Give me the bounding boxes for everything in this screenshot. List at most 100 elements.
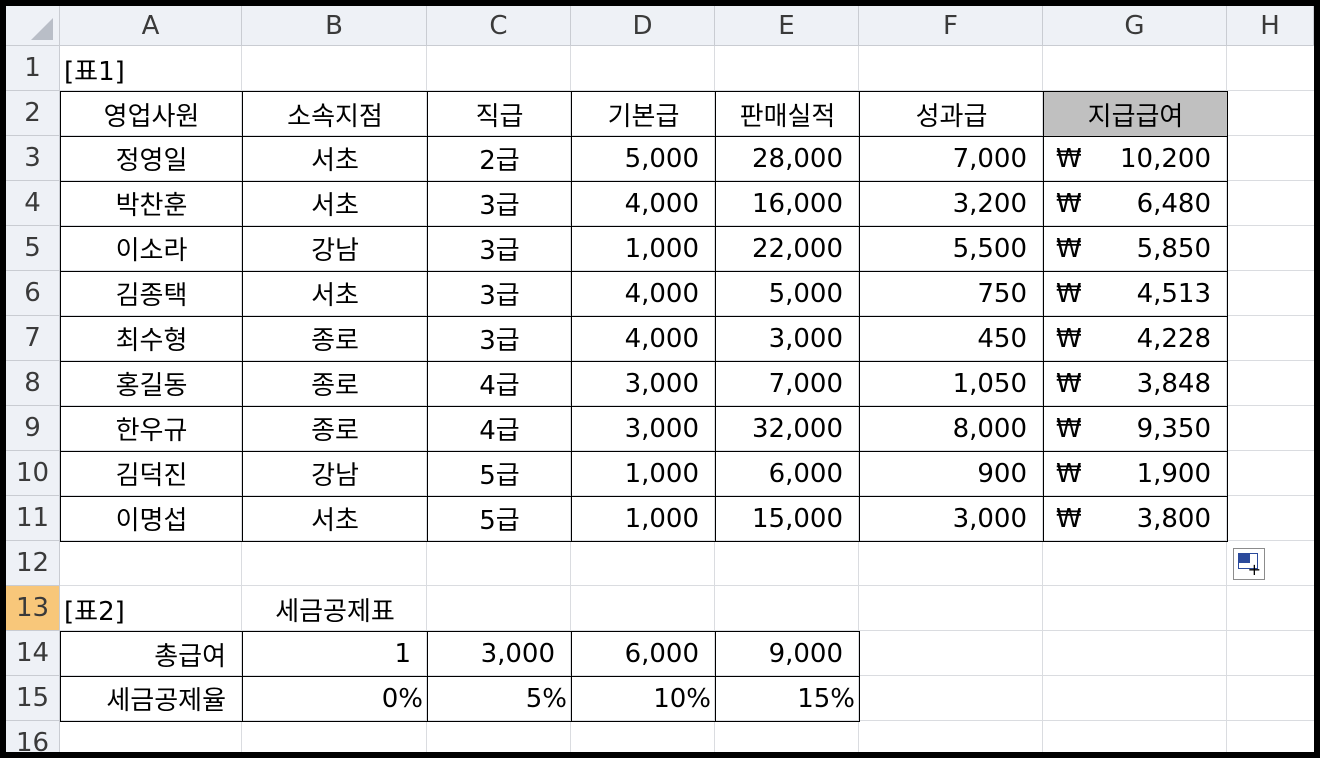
table1-cell[interactable]: 2급 (427, 136, 572, 182)
table1-pay-cell[interactable]: 3,848 ₩ (1043, 361, 1228, 407)
table1-cell[interactable]: 최수형 (60, 316, 243, 362)
table1-cell[interactable]: 4급 (427, 406, 572, 452)
table1-cell[interactable]: 7,000 (859, 136, 1044, 182)
table1-cell[interactable]: 3급 (427, 226, 572, 272)
row-header-5[interactable]: 5 (6, 226, 60, 271)
table1-cell[interactable]: 강남 (242, 451, 428, 497)
table1-cell[interactable]: 5급 (427, 451, 572, 497)
table1-cell[interactable]: 3,000 (571, 361, 716, 407)
table1-cell[interactable]: 4급 (427, 361, 572, 407)
table2-label-total-pay[interactable]: 총급여 (60, 631, 243, 677)
select-all-corner[interactable] (6, 6, 60, 46)
column-header-c[interactable]: C (427, 6, 571, 46)
table1-cell[interactable]: 5,000 (571, 136, 716, 182)
table1-cell[interactable]: 1,000 (571, 226, 716, 272)
cell-b13-title[interactable]: 세금공제표 (242, 586, 428, 632)
table1-cell[interactable]: 6,000 (715, 451, 860, 497)
cell-a13[interactable]: [표2] (60, 586, 243, 632)
table1-header-7[interactable]: 지급급여 (1043, 91, 1228, 137)
row-header-15[interactable]: 15 (6, 676, 60, 721)
row-header-10[interactable]: 10 (6, 451, 60, 496)
table2-rate-value[interactable]: 0% (242, 676, 428, 722)
table1-pay-cell[interactable]: 9,350 ₩ (1043, 406, 1228, 452)
table1-cell[interactable]: 4,000 (571, 181, 716, 227)
table1-cell[interactable]: 3급 (427, 271, 572, 317)
table1-header-1[interactable]: 영업사원 (60, 91, 243, 137)
column-header-b[interactable]: B (242, 6, 427, 46)
table1-cell[interactable]: 3급 (427, 316, 572, 362)
table1-cell[interactable]: 3,000 (715, 316, 860, 362)
table1-header-4[interactable]: 기본급 (571, 91, 716, 137)
table1-pay-cell[interactable]: 6,480 ₩ (1043, 181, 1228, 227)
table1-cell[interactable]: 이소라 (60, 226, 243, 272)
row-header-11[interactable]: 11 (6, 496, 60, 541)
table1-cell[interactable]: 정영일 (60, 136, 243, 182)
table1-pay-cell[interactable]: 3,800 ₩ (1043, 496, 1228, 542)
table1-cell[interactable]: 900 (859, 451, 1044, 497)
table2-pay-value[interactable]: 3,000 (427, 631, 572, 677)
column-header-a[interactable]: A (60, 6, 242, 46)
table1-pay-cell[interactable]: 10,200 ₩ (1043, 136, 1228, 182)
table1-cell[interactable]: 4,000 (571, 316, 716, 362)
table1-pay-cell[interactable]: 1,900 ₩ (1043, 451, 1228, 497)
table1-cell[interactable]: 4,000 (571, 271, 716, 317)
table1-cell[interactable]: 5,000 (715, 271, 860, 317)
row-header-13[interactable]: 13 (6, 586, 60, 631)
table1-cell[interactable]: 450 (859, 316, 1044, 362)
table1-header-2[interactable]: 소속지점 (242, 91, 428, 137)
table2-pay-value[interactable]: 1 (242, 631, 428, 677)
table1-cell[interactable]: 3급 (427, 181, 572, 227)
table1-cell[interactable]: 종로 (242, 361, 428, 407)
table1-pay-cell[interactable]: 4,228 ₩ (1043, 316, 1228, 362)
table1-header-6[interactable]: 성과급 (859, 91, 1044, 137)
table1-cell[interactable]: 5,500 (859, 226, 1044, 272)
table2-rate-value[interactable]: 10% (571, 676, 716, 722)
table1-cell[interactable]: 32,000 (715, 406, 860, 452)
table1-cell[interactable]: 강남 (242, 226, 428, 272)
table1-cell[interactable]: 1,000 (571, 451, 716, 497)
table1-cell[interactable]: 3,000 (859, 496, 1044, 542)
table2-label-tax-rate[interactable]: 세금공제율 (60, 676, 243, 722)
column-header-e[interactable]: E (715, 6, 859, 46)
row-header-9[interactable]: 9 (6, 406, 60, 451)
table1-cell[interactable]: 5급 (427, 496, 572, 542)
table1-cell[interactable]: 서초 (242, 181, 428, 227)
table1-header-3[interactable]: 직급 (427, 91, 572, 137)
table2-rate-value[interactable]: 15% (715, 676, 860, 722)
table1-header-5[interactable]: 판매실적 (715, 91, 860, 137)
row-header-3[interactable]: 3 (6, 136, 60, 181)
table1-cell[interactable]: 김종택 (60, 271, 243, 317)
table1-cell[interactable]: 16,000 (715, 181, 860, 227)
table1-cell[interactable]: 1,050 (859, 361, 1044, 407)
row-header-14[interactable]: 14 (6, 631, 60, 676)
row-header-1[interactable]: 1 (6, 46, 60, 91)
table1-cell[interactable]: 종로 (242, 406, 428, 452)
column-header-h[interactable]: H (1227, 6, 1314, 46)
column-header-d[interactable]: D (571, 6, 715, 46)
table1-cell[interactable]: 종로 (242, 316, 428, 362)
table1-cell[interactable]: 서초 (242, 136, 428, 182)
table1-cell[interactable]: 3,200 (859, 181, 1044, 227)
table2-pay-value[interactable]: 9,000 (715, 631, 860, 677)
row-header-16[interactable]: 16 (6, 721, 60, 752)
table1-cell[interactable]: 3,000 (571, 406, 716, 452)
row-header-8[interactable]: 8 (6, 361, 60, 406)
paste-options-icon[interactable]: + (1233, 548, 1265, 580)
column-header-f[interactable]: F (859, 6, 1043, 46)
row-header-12[interactable]: 12 (6, 541, 60, 586)
table2-rate-value[interactable]: 5% (427, 676, 572, 722)
cell-a1[interactable]: [표1] (60, 46, 243, 92)
column-header-g[interactable]: G (1043, 6, 1227, 46)
table1-cell[interactable]: 750 (859, 271, 1044, 317)
row-header-7[interactable]: 7 (6, 316, 60, 361)
table1-cell[interactable]: 28,000 (715, 136, 860, 182)
table1-cell[interactable]: 8,000 (859, 406, 1044, 452)
table1-cell[interactable]: 15,000 (715, 496, 860, 542)
table2-pay-value[interactable]: 6,000 (571, 631, 716, 677)
table1-cell[interactable]: 7,000 (715, 361, 860, 407)
table1-cell[interactable]: 22,000 (715, 226, 860, 272)
table1-cell[interactable]: 1,000 (571, 496, 716, 542)
table1-cell[interactable]: 한우규 (60, 406, 243, 452)
table1-pay-cell[interactable]: 5,850 ₩ (1043, 226, 1228, 272)
spreadsheet[interactable]: ABCDEFGH 1 2 3 4 5 6 7 8 9 10 11 12 13 14 15 16 [표1] 영업사… (6, 6, 1314, 752)
